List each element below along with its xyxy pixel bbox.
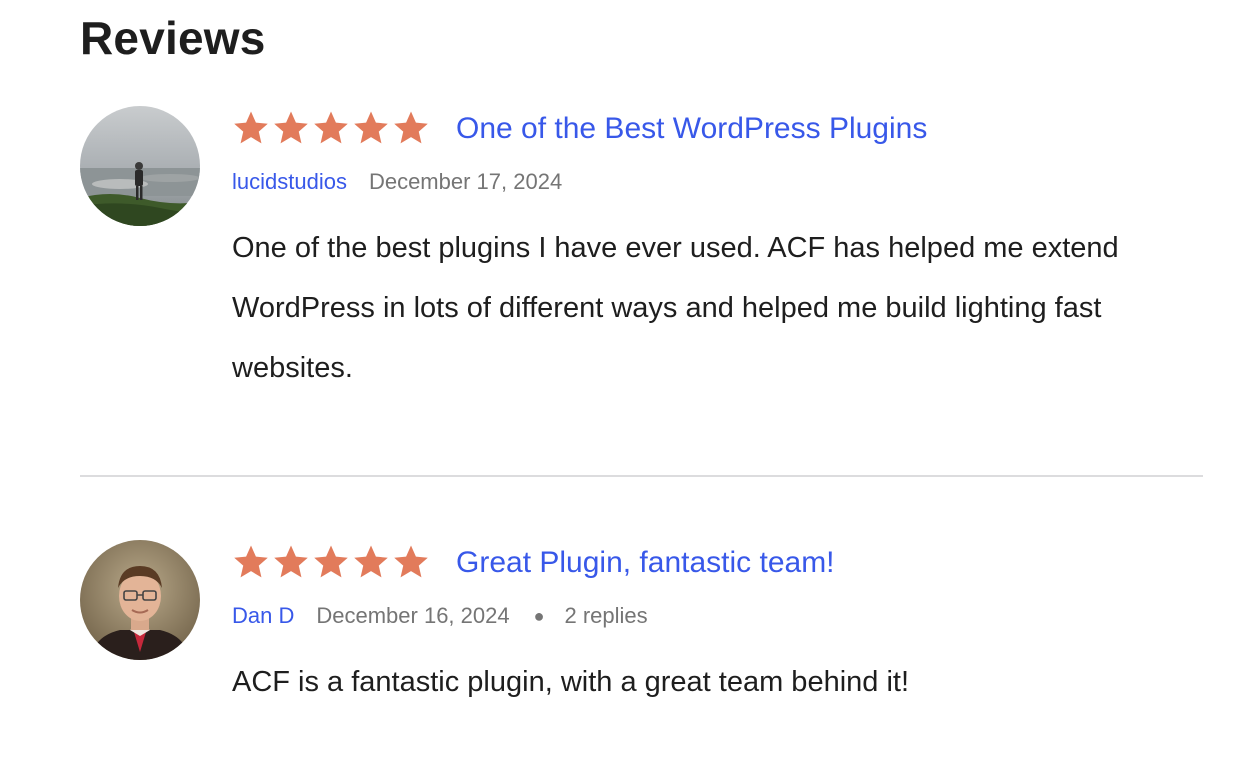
star-icon xyxy=(274,111,308,144)
avatar-portrait-photo xyxy=(80,540,200,660)
separator-dot-icon: ● xyxy=(533,606,545,626)
review-body: ACF is a fantastic plugin, with a great … xyxy=(232,666,910,698)
review-date: December 17, 2024 xyxy=(368,169,563,194)
review-date: December 16, 2024 xyxy=(316,603,510,628)
review-author-link[interactable]: lucidstudios xyxy=(232,169,347,194)
review-title-row: One of the Best WordPress Plugins xyxy=(232,106,1202,152)
reviewer-avatar[interactable] xyxy=(80,540,200,660)
star-icon xyxy=(354,545,388,578)
star-icon xyxy=(354,111,388,144)
star-icon xyxy=(234,111,268,144)
review-title-link[interactable]: One of the Best WordPress Plugins xyxy=(456,109,927,149)
star-rating xyxy=(232,109,430,147)
review-divider xyxy=(80,475,1203,477)
reviewer-avatar[interactable] xyxy=(80,106,200,226)
star-rating xyxy=(232,543,430,581)
star-icon xyxy=(314,111,348,144)
review-meta: Dan D December 16, 2024 ● 2 replies xyxy=(232,600,1202,632)
review-title-link[interactable]: Great Plugin, fantastic team! xyxy=(456,543,835,583)
review-content: Great Plugin, fantastic team! Dan D Decem… xyxy=(232,540,1202,712)
review-content: One of the Best WordPress Plugins lucids… xyxy=(232,106,1202,398)
star-icon xyxy=(274,545,308,578)
avatar-landscape-photo xyxy=(80,106,200,226)
review-replies-count: 2 replies xyxy=(564,603,648,628)
review-body: One of the best plugins I have ever used… xyxy=(232,232,1119,384)
star-icon xyxy=(394,111,428,144)
star-icon xyxy=(394,545,428,578)
star-icon xyxy=(234,545,268,578)
review-title-row: Great Plugin, fantastic team! xyxy=(232,540,1202,586)
reviews-heading: Reviews xyxy=(80,12,266,64)
review-author-link[interactable]: Dan D xyxy=(232,603,294,628)
review-meta: lucidstudios December 17, 2024 xyxy=(232,166,1202,198)
star-icon xyxy=(314,545,348,578)
